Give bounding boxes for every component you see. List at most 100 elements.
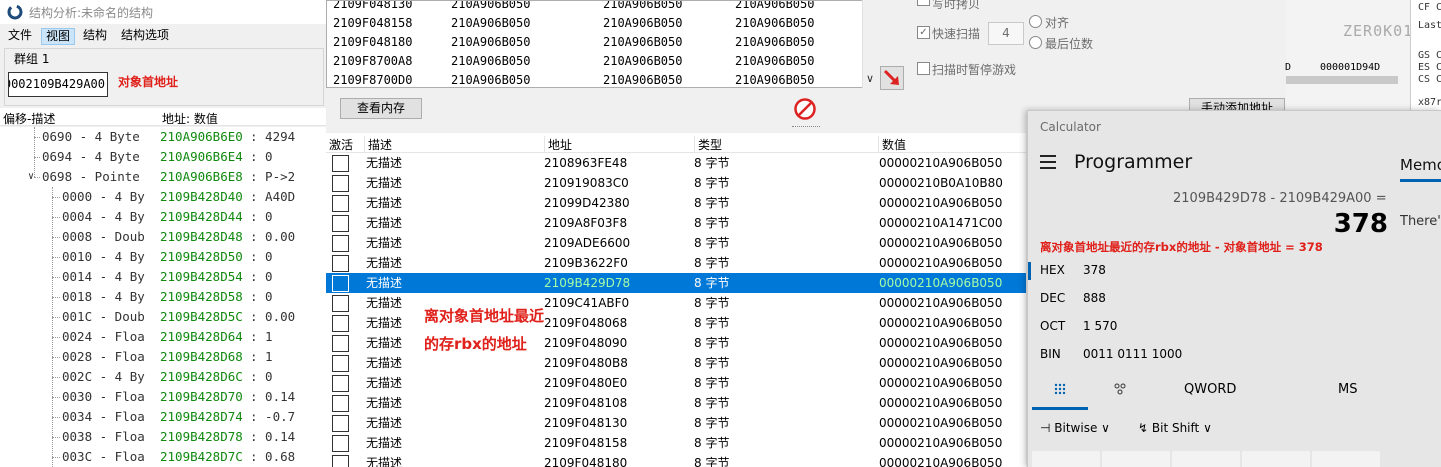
base-hex[interactable]: HEX 378 (1028, 257, 1388, 285)
active-checkbox[interactable] (332, 215, 349, 232)
header-address[interactable]: 地址 (544, 136, 572, 153)
tree-row[interactable]: 0024 - Floa 2109B428D64: 1 (0, 327, 326, 347)
header-value[interactable]: 数值 (878, 136, 906, 153)
tree-row[interactable]: 0008 - Doub 2109B428D48: 0.00 (0, 227, 326, 247)
column-address-value[interactable]: 地址: 数值 (162, 110, 218, 127)
calc-key[interactable] (1032, 451, 1100, 467)
active-checkbox[interactable] (332, 395, 349, 412)
scan-result-row[interactable]: 2109F048130 210A906B050 210A906B050 210A906… (327, 1, 867, 14)
active-checkbox[interactable] (332, 315, 349, 332)
add-to-list-button[interactable] (880, 66, 904, 90)
active-checkbox[interactable] (332, 195, 349, 212)
base-address-input[interactable]: 0002109B429A00 (8, 72, 108, 97)
tree-row[interactable]: 0000 - 4 By 2109B428D40: A40D (0, 187, 326, 207)
hamburger-menu-icon[interactable] (1040, 155, 1056, 169)
scan-result-row[interactable]: 2109F048180 210A906B050 210A906B050 210A906… (327, 33, 867, 52)
active-checkbox[interactable] (332, 175, 349, 192)
address-table-row[interactable]: 无描述 2109B429D78 8 字节 00000210A906B050 (326, 273, 1026, 293)
word-size-button[interactable]: QWORD (1184, 382, 1236, 397)
scan-results-list[interactable]: 2109F048130 210A906B050 210A906B050 210A906… (326, 0, 878, 88)
address-table-row[interactable]: 无描述 2109F048180 8 字节 00000210A906B050 (326, 453, 1026, 467)
calc-key[interactable] (1102, 451, 1170, 467)
tree-value: : 0 (250, 269, 273, 284)
active-checkbox[interactable] (332, 255, 349, 272)
view-memory-button[interactable]: 查看内存 (340, 98, 422, 119)
active-checkbox[interactable] (332, 355, 349, 372)
splitter-handle[interactable] (792, 126, 820, 129)
address-table-row[interactable]: 无描述 21099D42380 8 字节 00000210A906B050 (326, 193, 1026, 213)
tree-row[interactable]: 0030 - Floa 2109B428D70: 0.14 (0, 387, 326, 407)
scan-result-row[interactable]: 2109F8700A8 210A906B050 210A906B050 210A906… (327, 52, 867, 71)
row-type: 8 字节 (694, 156, 730, 170)
active-checkbox[interactable] (332, 455, 349, 467)
active-checkbox[interactable] (332, 155, 349, 172)
address-table-row[interactable]: 无描述 2109ADE6600 8 字节 00000210A906B050 (326, 233, 1026, 253)
memory-store-button[interactable]: MS (1338, 382, 1357, 397)
memory-tab[interactable]: Memory (1400, 156, 1441, 174)
address-table-row[interactable]: 无描述 2109A8F03F8 8 字节 00000210A1471C00 (326, 213, 1026, 233)
tree-row[interactable]: 0010 - 4 By 2109B428D50: 0 (0, 247, 326, 267)
address-table-row[interactable]: 无描述 2109B3622F0 8 字节 00000210A906B050 (326, 253, 1026, 273)
menu-file[interactable]: 文件 (4, 28, 36, 45)
base-dec[interactable]: DEC 888 (1028, 285, 1388, 313)
pause-game-checkbox[interactable] (917, 62, 930, 75)
tree-row[interactable]: 0018 - 4 By 2109B428D58: 0 (0, 287, 326, 307)
last-digits-radio[interactable] (1029, 36, 1042, 49)
active-checkbox[interactable] (332, 295, 349, 312)
scan-result-row[interactable]: 2109F048158 210A906B050 210A906B050 210A906… (327, 14, 867, 33)
tree-row[interactable]: 0038 - Floa 2109B428D78: 0.14 (0, 427, 326, 447)
stop-icon[interactable] (793, 97, 817, 121)
tree-row[interactable]: 0014 - 4 By 2109B428D54: 0 (0, 267, 326, 287)
row-type: 8 字节 (694, 216, 730, 230)
active-checkbox[interactable] (332, 235, 349, 252)
address-table-row[interactable]: 无描述 2109F048158 8 字节 00000210A906B050 (326, 433, 1026, 453)
tree-row[interactable]: 003C - Floa 2109B428D7C: 0.68 (0, 447, 326, 467)
tree-row[interactable]: 0004 - 4 By 2109B428D44: 0 (0, 207, 326, 227)
active-checkbox[interactable] (332, 275, 349, 292)
tree-row[interactable]: 0698 - Pointe 210A906B6E8: P->2 ∨ (0, 167, 326, 187)
calc-key[interactable] (1312, 451, 1380, 467)
align-radio[interactable] (1029, 15, 1042, 28)
menu-structure[interactable]: 结构 (79, 28, 111, 45)
active-checkbox[interactable] (332, 435, 349, 452)
header-active[interactable]: 激活 (326, 136, 353, 153)
header-description[interactable]: 描述 (364, 136, 392, 153)
bit-toggle-keypad-icon[interactable] (1114, 383, 1126, 397)
base-bin[interactable]: BIN 0011 0111 1000 (1028, 341, 1388, 369)
menu-view[interactable]: 视图 (41, 28, 76, 45)
tree-row[interactable]: 002C - 4 By 2109B428D6C: 0 (0, 367, 326, 387)
fast-scan-alignment-input[interactable]: 4 (988, 22, 1024, 45)
copy-on-write-checkbox[interactable] (917, 0, 930, 6)
address-table-row[interactable]: 无描述 2109F048108 8 字节 00000210A906B050 (326, 393, 1026, 413)
address-table-row[interactable]: 无描述 210919083C0 8 字节 00000210B0A10B80 (326, 173, 1026, 193)
calc-key[interactable] (1242, 451, 1310, 467)
column-offset-description[interactable]: 偏移-描述 (3, 110, 55, 127)
bitwise-dropdown[interactable]: ⊣ Bitwise ∨ (1040, 421, 1110, 435)
hex-left-fragment: D (1285, 62, 1292, 73)
result-address: 2109F048180 (333, 35, 413, 49)
active-checkbox[interactable] (332, 415, 349, 432)
result-value: 210A906B050 (451, 35, 531, 49)
row-address: 2109F048130 (544, 416, 628, 430)
tree-row[interactable]: 0694 - 4 Byte 210A906B6E4: 0 (0, 147, 326, 167)
calc-key[interactable] (1172, 451, 1240, 467)
full-keypad-icon[interactable] (1054, 383, 1066, 397)
row-description: 无描述 (366, 176, 403, 190)
tree-row[interactable]: 0690 - 4 Byte 210A906B6E0: 4294 (0, 127, 326, 147)
tree-row[interactable]: 0028 - Floa 2109B428D68: 1 (0, 347, 326, 367)
tree-row[interactable]: 0034 - Floa 2109B428D74: -0.7 (0, 407, 326, 427)
base-name: BIN (1040, 347, 1061, 361)
bitshift-dropdown[interactable]: ↯ Bit Shift ∨ (1138, 421, 1212, 435)
scan-result-row[interactable]: 2109F8700D0 210A906B050 210A906B050 210A906… (327, 71, 867, 87)
active-checkbox[interactable] (332, 375, 349, 392)
tree-row[interactable]: 001C - Doub 2109B428D5C: 0.00 (0, 307, 326, 327)
address-table-row[interactable]: 无描述 2109F0480E0 8 字节 00000210A906B050 (326, 373, 1026, 393)
base-oct[interactable]: OCT 1 570 (1028, 313, 1388, 341)
address-table-row[interactable]: 无描述 2108963FE48 8 字节 00000210A906B050 (326, 153, 1026, 173)
active-checkbox[interactable] (332, 335, 349, 352)
menu-structure-options[interactable]: 结构选项 (117, 28, 173, 45)
header-type[interactable]: 类型 (694, 136, 722, 153)
scroll-down-icon[interactable]: ∨ (862, 72, 878, 88)
address-table-row[interactable]: 无描述 2109F048130 8 字节 00000210A906B050 (326, 413, 1026, 433)
fast-scan-checkbox[interactable]: ✓ (917, 26, 930, 39)
